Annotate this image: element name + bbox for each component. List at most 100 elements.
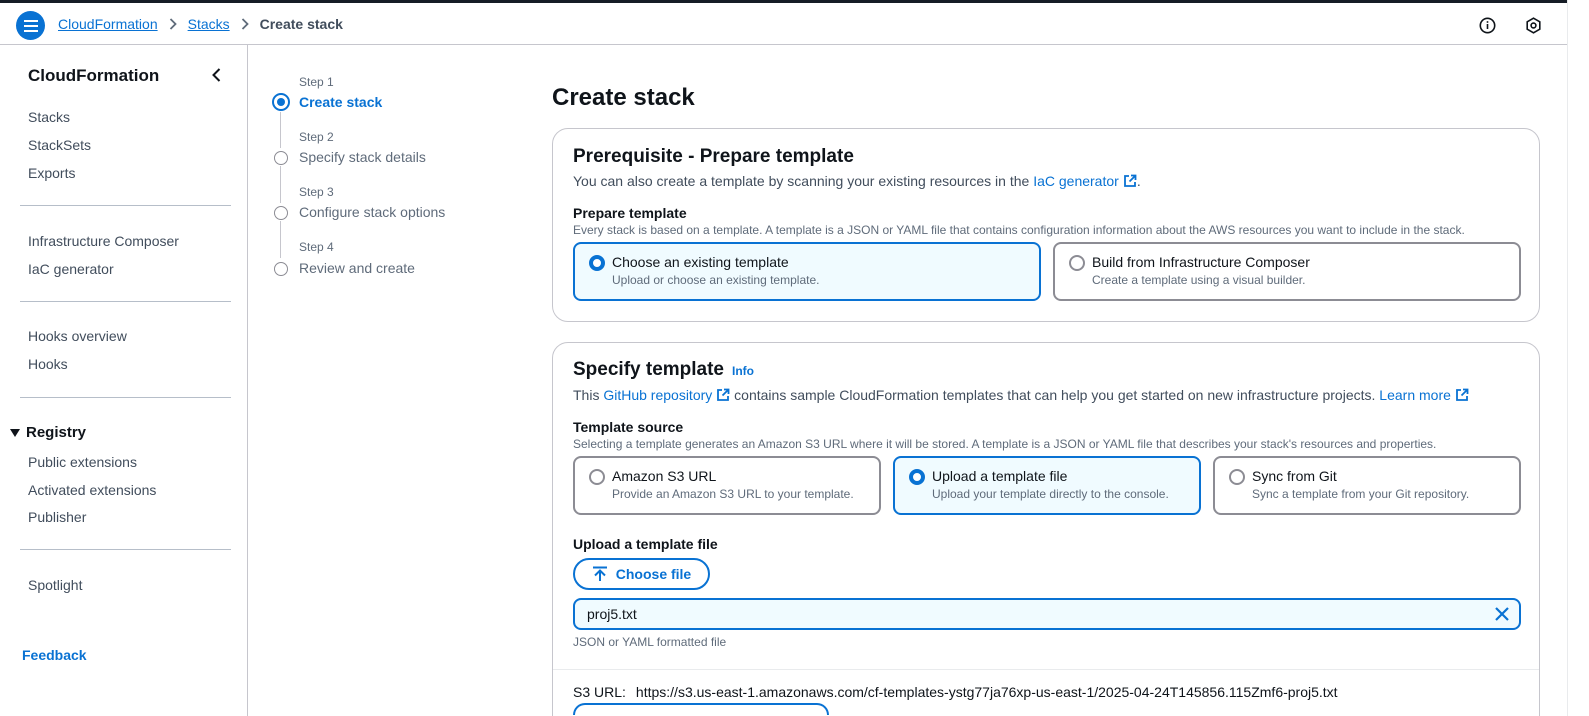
specify-template-heading: Specify template Info: [573, 359, 754, 381]
option-description: Provide an Amazon S3 URL to your templat…: [612, 487, 854, 501]
prepare-template-description: Every stack is based on a template. A te…: [573, 223, 1465, 237]
radio-unselected[interactable]: [1069, 255, 1085, 271]
prerequisite-heading: Prerequisite - Prepare template: [573, 146, 854, 167]
radio-selected[interactable]: [589, 255, 605, 271]
step-number: Step 2: [299, 130, 334, 144]
step-create-stack[interactable]: Create stack: [299, 94, 382, 110]
sidebar-item-public-extensions[interactable]: Public extensions: [28, 454, 137, 470]
s3-url-value: https://s3.us-east-1.amazonaws.com/cf-te…: [635, 684, 1338, 700]
option-upload-template-file[interactable]: Upload a template file Upload your templ…: [893, 456, 1201, 515]
file-name: proj5.txt: [587, 606, 637, 622]
chevron-right-icon: [241, 18, 249, 30]
option-build-from-infrastructure-composer[interactable]: Build from Infrastructure Composer Creat…: [1053, 242, 1521, 301]
sidebar-section-label: Registry: [26, 424, 87, 441]
choose-file-button[interactable]: Choose file: [573, 558, 710, 590]
option-title: Choose an existing template: [612, 254, 789, 270]
sidebar-item-stacksets[interactable]: StackSets: [28, 137, 91, 153]
close-icon: [1495, 607, 1509, 621]
menu-icon: [23, 19, 38, 32]
step-configure-stack-options[interactable]: Configure stack options: [299, 204, 445, 220]
sidebar-divider: [20, 301, 231, 302]
chevron-right-icon: [169, 18, 177, 30]
link-text: IaC generator: [1033, 173, 1119, 189]
prepare-template-label: Prepare template: [573, 205, 687, 221]
github-repository-link[interactable]: GitHub repository: [603, 387, 730, 403]
sidebar-section-registry[interactable]: Registry: [10, 424, 86, 441]
prepare-template-container: Prerequisite - Prepare template You can …: [552, 128, 1540, 322]
step-number: Step 1: [299, 75, 334, 89]
info-link[interactable]: Info: [732, 364, 754, 378]
option-title: Upload a template file: [932, 468, 1068, 484]
hamburger-menu-button[interactable]: [16, 11, 45, 40]
upload-template-file-label: Upload a template file: [573, 536, 718, 552]
specify-template-container: Specify template Info This GitHub reposit…: [552, 342, 1540, 716]
template-source-label: Template source: [573, 419, 684, 435]
step-review-and-create[interactable]: Review and create: [299, 260, 415, 276]
sidebar-title[interactable]: CloudFormation: [28, 66, 159, 86]
feedback-link[interactable]: Feedback: [22, 647, 87, 663]
s3-url-row: S3 URL: https://s3.us-east-1.amazonaws.co…: [573, 684, 1338, 700]
sidebar-divider: [20, 549, 231, 550]
breadcrumb-stacks[interactable]: Stacks: [188, 16, 230, 32]
sidebar-item-activated-extensions[interactable]: Activated extensions: [28, 482, 156, 498]
radio-selected[interactable]: [909, 469, 925, 485]
option-description: Upload or choose an existing template.: [612, 273, 820, 287]
link-text: Learn more: [1379, 387, 1451, 403]
view-in-composer-button[interactable]: [573, 703, 829, 715]
sidebar-item-stacks[interactable]: Stacks: [28, 109, 70, 125]
remove-file-button[interactable]: [1493, 605, 1511, 623]
collapse-sidebar-button[interactable]: [208, 66, 226, 84]
side-navigation: CloudFormation Stacks StackSets Exports …: [0, 45, 248, 716]
page-title: Create stack: [552, 84, 695, 111]
step-number: Step 3: [299, 185, 334, 199]
radio-unselected[interactable]: [589, 469, 605, 485]
sidebar-item-hooks[interactable]: Hooks: [28, 356, 68, 372]
external-link-icon: [1123, 174, 1137, 187]
breadcrumb-cloudformation[interactable]: CloudFormation: [58, 16, 158, 32]
button-label: Choose file: [615, 566, 692, 582]
upload-icon: [592, 566, 607, 581]
option-title: Amazon S3 URL: [612, 468, 717, 484]
specify-template-description: This GitHub repository contains sample C…: [573, 387, 1469, 403]
breadcrumb: CloudFormation Stacks Create stack: [58, 16, 343, 32]
radio-unselected[interactable]: [1229, 469, 1245, 485]
top-navigation-bar: CloudFormation Stacks Create stack: [0, 0, 1567, 45]
sidebar-divider: [20, 397, 231, 398]
sidebar-item-infrastructure-composer[interactable]: Infrastructure Composer: [28, 233, 179, 249]
sidebar-item-hooks-overview[interactable]: Hooks overview: [28, 328, 127, 344]
step-number: Step 4: [299, 240, 334, 254]
settings-hex-icon[interactable]: [1523, 15, 1543, 35]
step-indicator-active: [272, 93, 290, 111]
section-divider: [553, 669, 1539, 670]
step-indicator: [274, 262, 288, 276]
sidebar-item-publisher[interactable]: Publisher: [28, 509, 86, 525]
sidebar-item-iac-generator[interactable]: IaC generator: [28, 261, 114, 277]
page-scrollbar[interactable]: [1567, 0, 1589, 716]
description-text: This: [573, 387, 604, 403]
iac-generator-link[interactable]: IaC generator: [1033, 173, 1137, 189]
selected-file-token: proj5.txt: [573, 598, 1521, 630]
file-format-hint: JSON or YAML formatted file: [573, 635, 727, 649]
description-text: contains sample CloudFormation templates…: [730, 387, 1380, 403]
info-icon[interactable]: [1477, 15, 1497, 35]
s3-url-label: S3 URL:: [573, 684, 626, 700]
option-choose-existing-template[interactable]: Choose an existing template Upload or ch…: [573, 242, 1041, 301]
sidebar-item-spotlight[interactable]: Spotlight: [28, 577, 82, 593]
external-link-icon: [717, 388, 730, 401]
sidebar-item-exports[interactable]: Exports: [28, 165, 75, 181]
prerequisite-description: You can also create a template by scanni…: [573, 173, 1141, 189]
learn-more-link[interactable]: Learn more: [1379, 387, 1469, 403]
sidebar-divider: [20, 205, 231, 206]
description-text: .: [1136, 173, 1141, 189]
option-title: Sync from Git: [1252, 468, 1337, 484]
step-specify-stack-details[interactable]: Specify stack details: [299, 149, 426, 165]
step-connector: [280, 221, 281, 258]
chevron-left-icon: [212, 68, 221, 82]
option-amazon-s3-url[interactable]: Amazon S3 URL Provide an Amazon S3 URL t…: [573, 456, 881, 515]
external-link-icon: [1455, 388, 1469, 401]
breadcrumb-current: Create stack: [259, 16, 343, 32]
option-sync-from-git[interactable]: Sync from Git Sync a template from your …: [1213, 456, 1521, 515]
option-title: Build from Infrastructure Composer: [1092, 254, 1310, 270]
step-connector: [280, 112, 281, 148]
heading-text: Specify template: [573, 359, 724, 380]
